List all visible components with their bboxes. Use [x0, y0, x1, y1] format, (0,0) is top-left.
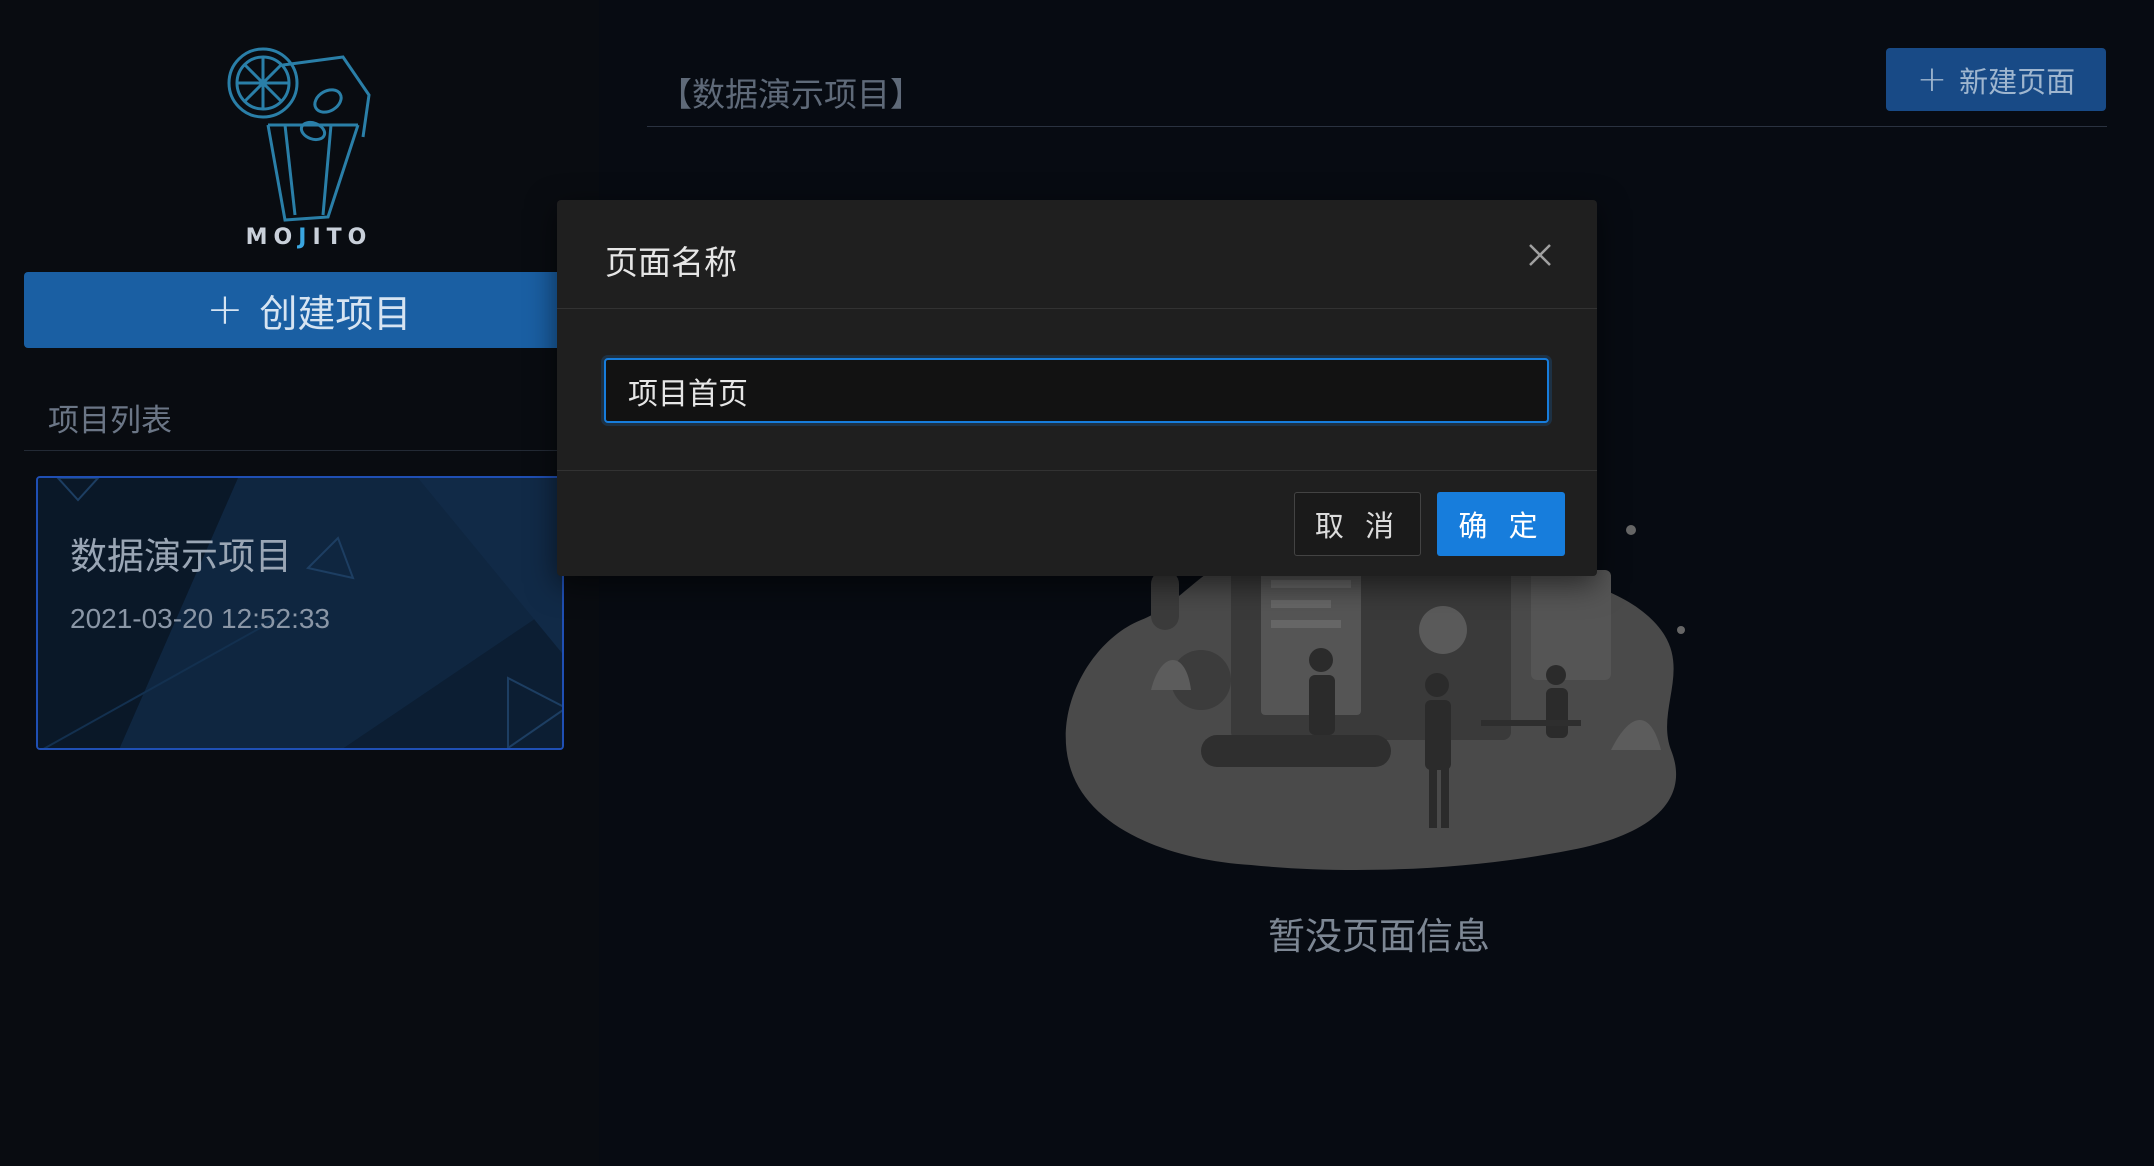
project-created-time: 2021-03-20 12:52:33 — [70, 603, 330, 634]
sidebar: MOJITO + 创建项目 项目列表 数据演示项目 2021-03-20 12:… — [0, 0, 599, 1166]
modal-header-divider — [557, 308, 1597, 309]
new-page-label: 新建页面 — [1959, 64, 2076, 99]
main-panel: 【数据演示项目】 + 新建页面 暂没页面信息 — [599, 0, 2154, 1166]
create-project-label: 创建项目 — [259, 291, 412, 336]
plus-icon: + — [1916, 58, 1948, 100]
project-name: 数据演示项目 — [70, 535, 292, 578]
modal-title: 页面名称 — [605, 243, 737, 282]
modal-footer-divider — [557, 470, 1597, 471]
app-logo: MOJITO — [223, 45, 373, 255]
mojito-logo-icon — [227, 47, 371, 222]
divider — [24, 450, 594, 451]
new-page-button[interactable]: + 新建页面 — [1886, 48, 2106, 111]
plus-icon: + — [206, 284, 244, 335]
header-divider — [647, 126, 2107, 127]
confirm-button[interactable]: 确 定 — [1437, 492, 1565, 556]
empty-state-text: 暂没页面信息 — [1268, 915, 1490, 958]
logo-text: MOJITO — [245, 225, 373, 250]
project-header: 【数据演示项目】 — [659, 75, 923, 114]
project-card[interactable]: 数据演示项目 2021-03-20 12:52:33 — [36, 476, 564, 750]
cancel-button[interactable]: 取 消 — [1294, 492, 1421, 556]
create-project-button[interactable]: + 创建项目 — [24, 272, 594, 348]
page-name-input[interactable] — [604, 358, 1549, 423]
page-name-modal: 页面名称 取 消 确 定 — [557, 200, 1597, 576]
project-list-title: 项目列表 — [48, 403, 172, 439]
close-icon[interactable] — [1525, 240, 1555, 270]
